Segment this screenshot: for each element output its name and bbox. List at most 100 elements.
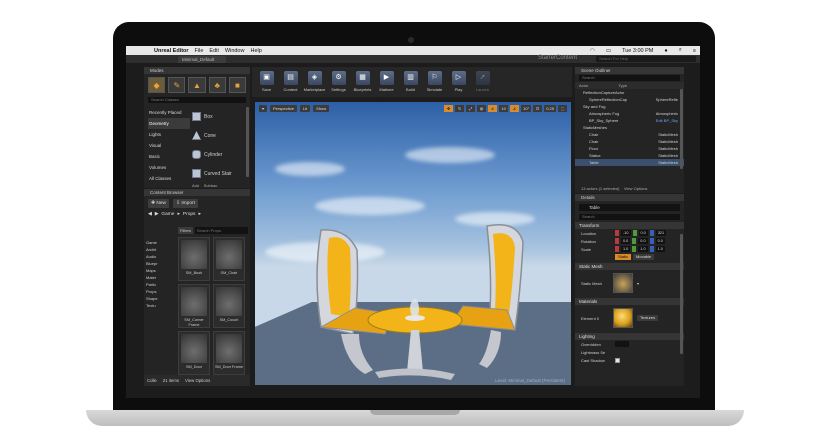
user-icon[interactable]: ● [664, 48, 667, 54]
foliage-mode-icon[interactable]: ♣ [208, 77, 226, 93]
maximize-icon[interactable]: ⬚ [558, 105, 567, 112]
shape-item-cylinder[interactable]: Cylinder [192, 145, 244, 164]
app-menu[interactable]: Unreal Editor [154, 48, 189, 54]
rotation-y[interactable]: 0.0 [638, 238, 648, 244]
lit-button[interactable]: Lit [299, 105, 311, 112]
category-lights[interactable]: Lights [148, 129, 190, 140]
outliner-view-options[interactable]: View Options [624, 186, 648, 191]
category-recently-placed[interactable]: Recently Placed [148, 107, 190, 118]
save-button[interactable]: ▣ Save [256, 69, 277, 95]
lighting-value[interactable] [615, 341, 629, 347]
world-icon[interactable]: ◍ [477, 105, 487, 112]
table[interactable] [367, 298, 463, 380]
show-button[interactable]: Show [313, 105, 330, 112]
menu-file[interactable]: File [195, 48, 204, 54]
crumb-game[interactable]: Game [161, 212, 174, 217]
category-geometry[interactable]: Geometry [148, 118, 190, 129]
new-button[interactable]: ✚ New [148, 199, 169, 208]
rotation-snap-value[interactable]: 10° [521, 105, 532, 112]
list-item[interactable]: Sky and Fog [575, 103, 684, 110]
rotation-snap-toggle[interactable]: ∠ [510, 105, 520, 112]
folder-textu[interactable]: Textu [146, 302, 176, 309]
scale-z[interactable]: 1.0 [655, 246, 665, 252]
folder-archit[interactable]: Archit [146, 246, 176, 253]
modes-scrollbar[interactable] [246, 107, 249, 177]
outliner-search-input[interactable]: Search [579, 75, 680, 81]
grid-snap-value[interactable]: 10 [499, 105, 509, 112]
details-search-input[interactable]: Search [579, 214, 680, 220]
class-search-input[interactable]: Search Classes [148, 97, 246, 103]
collections-toggle[interactable]: Colle [147, 378, 157, 383]
simulate-button[interactable]: ⚐ Simulate [424, 69, 445, 95]
cast-shadow-checkbox[interactable] [615, 357, 620, 363]
rotation-x[interactable]: 0.0 [621, 238, 631, 244]
static-mesh-section[interactable]: Static Mesh [575, 263, 684, 270]
battery-icon[interactable]: ▭ [606, 48, 611, 54]
asset-tile[interactable]: SM_Corner Frame [178, 284, 210, 328]
static-toggle[interactable]: Static [615, 254, 632, 260]
list-item[interactable]: Chair StaticMesh [575, 131, 684, 138]
location-x[interactable]: -10 [621, 230, 631, 236]
play-button[interactable]: ▷ Play [448, 69, 469, 95]
level-viewport[interactable]: ▾ Perspective Lit Show ✥ ↻ ⤢ ◍ # 10 ∠ 10… [255, 102, 571, 385]
category-basic[interactable]: Basic [148, 151, 190, 162]
transform-section[interactable]: Transform [575, 222, 684, 229]
subtract-radio[interactable]: Subtrac [204, 183, 218, 188]
marketplace-button[interactable]: ◈ Marketplace [304, 69, 325, 95]
folder-bluepr[interactable]: Bluepr [146, 260, 176, 267]
right-chair[interactable] [450, 224, 524, 368]
shape-item-box[interactable]: Box [192, 107, 244, 126]
asset-tile[interactable]: SM_Bush [178, 237, 210, 281]
scale-snap-toggle[interactable]: ⊡ [533, 105, 543, 112]
translate-icon[interactable]: ✥ [444, 105, 454, 112]
category-all-classes[interactable]: All Classes [148, 173, 190, 184]
col-actor[interactable]: Actor [579, 83, 588, 88]
scale-y[interactable]: 1.0 [638, 246, 648, 252]
add-radio[interactable]: Add [192, 183, 199, 188]
asset-tile[interactable]: SM_Chair [213, 237, 245, 281]
menu-window[interactable]: Window [225, 48, 245, 54]
help-search-input[interactable]: Search For Help [596, 56, 696, 62]
materials-section[interactable]: Materials [575, 298, 684, 305]
folder-partic[interactable]: Partic [146, 281, 176, 288]
menu-edit[interactable]: Edit [209, 48, 218, 54]
folder-game[interactable]: Game [146, 239, 176, 246]
list-item[interactable]: Floor StaticMesh [575, 145, 684, 152]
list-item[interactable]: ReflectionCaptureActor [575, 89, 684, 96]
rotation-z[interactable]: 0.0 [655, 238, 665, 244]
blueprints-button[interactable]: ▦ Blueprints [352, 69, 373, 95]
mesh-thumbnail[interactable] [613, 273, 633, 293]
shape-item-curved-stair[interactable]: Curved Stair [192, 164, 244, 183]
level-tab[interactable]: Minimal_Default [178, 56, 226, 63]
import-button[interactable]: ⇩ Import [172, 199, 198, 208]
settings-button[interactable]: ⚙ Settings [328, 69, 349, 95]
viewport-options-button[interactable]: ▾ [259, 105, 268, 112]
location-y[interactable]: 0.0 [638, 230, 648, 236]
scale-icon[interactable]: ⤢ [466, 105, 476, 112]
matinee-button[interactable]: ▶ Matinee [376, 69, 397, 95]
crumb-props[interactable]: Props [183, 212, 196, 217]
wifi-icon[interactable]: ◠ [590, 48, 595, 54]
asset-tile[interactable]: SM_Door [178, 331, 210, 375]
build-button[interactable]: ▥ Build [400, 69, 421, 95]
asset-tile[interactable]: SM_Couch [213, 284, 245, 328]
list-item[interactable]: SphereReflectionCap SphereRefle [575, 96, 684, 103]
folder-props[interactable]: Props [146, 288, 176, 295]
list-item[interactable]: Chair StaticMesh [575, 138, 684, 145]
cb-view-options[interactable]: View Options [185, 378, 210, 383]
folder-maps[interactable]: Maps [146, 267, 176, 274]
list-item[interactable]: Table StaticMesh [575, 159, 684, 166]
movable-toggle[interactable]: Movable [633, 254, 655, 260]
forward-icon[interactable]: ▶ [155, 212, 159, 217]
category-visual[interactable]: Visual [148, 140, 190, 151]
scale-snap-value[interactable]: 0.25 [544, 105, 556, 112]
shape-item-cone[interactable]: Cone [192, 126, 244, 145]
textures-dropdown[interactable]: Textures [637, 315, 659, 321]
content-button[interactable]: ▤ Content [280, 69, 301, 95]
list-icon[interactable]: ≡ [693, 48, 696, 54]
object-name-field[interactable]: Table [579, 204, 680, 211]
lighting-section[interactable]: Lighting [575, 333, 684, 340]
chevron-down-icon[interactable]: ▾ [637, 281, 639, 286]
list-item[interactable]: Atmospheric Fog Atmospheric [575, 110, 684, 117]
asset-tile[interactable]: SM_Door Frame [213, 331, 245, 375]
